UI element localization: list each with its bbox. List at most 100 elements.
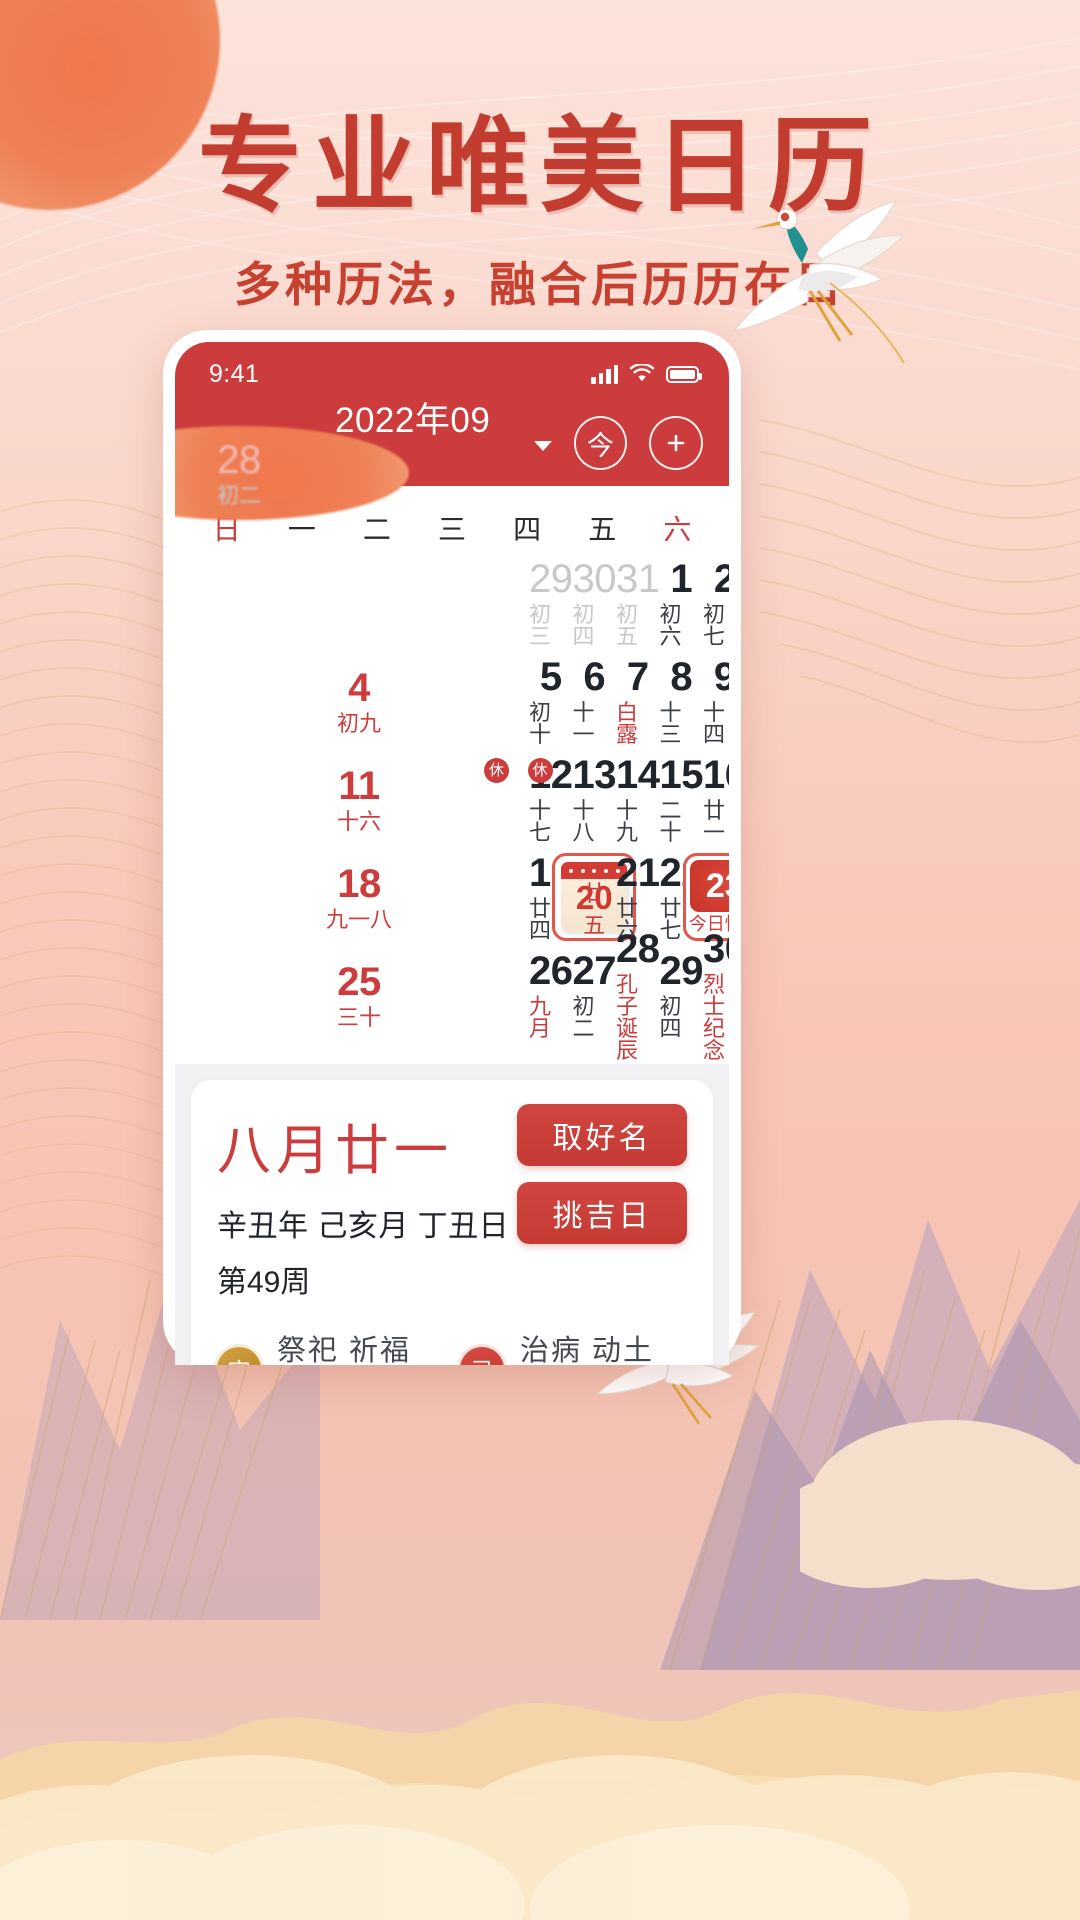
weekday-5: 五 — [588, 514, 617, 545]
weekday-3: 三 — [437, 514, 466, 545]
day-number: 18 — [337, 861, 381, 906]
phone-frame: 9:41 2022年09月 今 — [163, 330, 741, 1365]
status-bar-time: 9:41 — [209, 359, 260, 388]
calendar-day-cell[interactable]: 7 白露 — [616, 654, 660, 748]
calendar-day-cell[interactable]: 18 九一八 — [189, 850, 529, 944]
weekday-6: 六 — [663, 514, 692, 545]
pick-name-button[interactable]: 取好名 — [517, 1104, 687, 1166]
yi-ji-row: 宜 祭祀 祈福 求嗣 忌 治病 动土 起基 — [217, 1327, 687, 1365]
calendar-day-cell[interactable]: 30烈士纪念 — [703, 927, 729, 1061]
calendar-day-cell[interactable]: 4 初九 — [189, 654, 529, 748]
calendar-day-cell[interactable]: 30 初四 — [573, 556, 617, 650]
day-lunar-label: 九一八 — [325, 907, 392, 933]
day-lunar-label: 十九 — [616, 798, 639, 846]
calendar-day-cell[interactable]: 31 初五 — [616, 556, 660, 650]
day-lunar-label: 初三 — [529, 602, 552, 650]
day-number: 15 — [659, 752, 704, 797]
calendar-day-cell[interactable]: 16廿一 — [703, 752, 729, 846]
calendar-day-cell[interactable]: 12十七休 — [527, 752, 573, 846]
day-number: 29 — [529, 556, 573, 601]
day-number: 26 — [529, 948, 573, 993]
day-lunar-label: 十七 — [529, 798, 552, 846]
calendar-day-cell[interactable]: 20 廿五 — [552, 850, 637, 944]
plus-icon — [667, 434, 685, 452]
day-number: 8 — [670, 654, 693, 699]
today-button-label: 今 — [586, 430, 614, 461]
day-lunar-label: 初二 — [572, 994, 595, 1042]
day-number: 9 — [713, 654, 729, 699]
day-lunar-label: 初二 — [216, 483, 261, 509]
weekday-4: 四 — [513, 514, 542, 545]
day-number: 14 — [616, 752, 660, 797]
calendar-day-cell[interactable]: 9 十四 — [703, 654, 729, 748]
calendar-day-cell[interactable]: 26 九月 — [529, 948, 573, 1042]
today-button[interactable]: 今 — [573, 416, 628, 470]
calendar-day-cell[interactable]: 27 初二 — [573, 948, 617, 1042]
wifi-icon — [629, 364, 655, 382]
calendar-day-cell[interactable]: 6 十一 — [573, 654, 617, 748]
calendar-day-cell[interactable]: 1 初六 — [660, 556, 704, 650]
poster-headline-block: 专业唯美日历 多种历法，融合后历历在目 — [0, 110, 1080, 315]
day-number: 6 — [583, 654, 606, 699]
day-lunar-label: 二十 — [659, 798, 682, 846]
calendar-grid[interactable]: 28初二29初三30初四31初五1初六2初七3抗战胜利4初九5初十6十一7白露8… — [175, 426, 729, 1062]
battery-icon — [666, 365, 702, 383]
day-number: 5 — [539, 654, 562, 699]
calendar-day-cell[interactable]: 11 十六 休 — [189, 752, 529, 846]
pick-day-button[interactable]: 挑吉日 — [517, 1182, 687, 1244]
week-number: 第49周 — [217, 1266, 311, 1299]
day-lunar-label: 三十 — [336, 1005, 381, 1031]
day-number: 21 — [616, 850, 660, 895]
day-lunar-label: 初四 — [572, 602, 595, 650]
day-number: 31 — [616, 556, 660, 601]
day-lunar-label: 初七 — [703, 602, 726, 650]
day-lunar-label: 廿一 — [703, 798, 726, 846]
calendar-day-cell[interactable]: 8 十三 — [660, 654, 704, 748]
day-number: 11 — [338, 763, 380, 808]
day-lunar-label: 十六 — [336, 809, 381, 835]
calendar-day-cell[interactable]: 25 三十 — [189, 948, 529, 1042]
holiday-badge: 休 — [484, 758, 509, 783]
day-lunar-label: 初十 — [529, 700, 552, 748]
poster-headline: 专业唯美日历 — [197, 110, 882, 225]
day-number: 28 — [616, 926, 660, 971]
calendar-day-cell[interactable]: 29 初四 — [660, 948, 704, 1042]
day-number: 1 — [670, 556, 693, 601]
chevron-down-icon — [533, 440, 552, 451]
calendar-day-cell[interactable]: 14 十九 — [616, 752, 660, 846]
detail-sheet: 八月廿一 辛丑年 己亥月 丁丑日【属牛】 第49周 取好名 挑吉日 宜 祭祀 祈… — [175, 1064, 729, 1365]
calendar-day-cell[interactable]: 2 初七 — [703, 556, 729, 650]
status-bar-indicators — [591, 364, 702, 384]
calendar-day-cell[interactable]: 28 孔子诞辰 — [616, 927, 660, 1061]
day-lunar-label: 初六 — [659, 602, 682, 650]
signal-bars-icon — [591, 364, 618, 384]
selected-day-lunar: 廿五 — [583, 881, 606, 938]
ji-items[interactable]: 治病 动土 起基 — [520, 1327, 663, 1365]
yi-items[interactable]: 祭祀 祈福 求嗣 — [277, 1327, 420, 1365]
add-event-button[interactable] — [649, 416, 703, 470]
day-lunar-label: 十三 — [659, 700, 682, 748]
phone-screen: 9:41 2022年09月 今 — [175, 342, 729, 1365]
calendar-day-cell[interactable]: 5 初十 — [529, 654, 573, 748]
day-number: 29 — [659, 948, 704, 993]
day-lunar-label: 白露 — [616, 700, 639, 748]
day-number: 28 — [217, 437, 261, 482]
day-lunar-label: 初九 — [336, 711, 381, 737]
poster-subheadline: 多种历法，融合后历历在目 — [234, 260, 846, 313]
calendar-day-cell[interactable]: 29 初三 — [529, 556, 573, 650]
calendar-card: 日一二三四五六 28初二29初三30初四31初五1初六2初七3抗战胜利4初九5初… — [175, 426, 729, 1064]
calendar-day-cell[interactable]: 13 十八 — [573, 752, 617, 846]
today-day-number: 23 — [689, 860, 729, 912]
day-lunar-label: 初四 — [659, 994, 682, 1042]
day-number: 13 — [572, 752, 617, 797]
ji-badge: 忌 — [460, 1347, 504, 1365]
lunar-info-card: 八月廿一 辛丑年 己亥月 丁丑日【属牛】 第49周 取好名 挑吉日 宜 祭祀 祈… — [191, 1080, 713, 1365]
day-lunar-label: 十一 — [572, 700, 595, 748]
day-number: 25 — [337, 959, 381, 1004]
day-lunar-label: 初五 — [616, 602, 639, 650]
action-button-column: 取好名 挑吉日 — [517, 1104, 687, 1244]
calendar-day-cell[interactable]: 15 二十 — [660, 752, 704, 846]
weekday-2: 二 — [362, 514, 391, 545]
day-number: 30 — [703, 926, 729, 971]
holiday-badge: 休 — [527, 758, 553, 783]
